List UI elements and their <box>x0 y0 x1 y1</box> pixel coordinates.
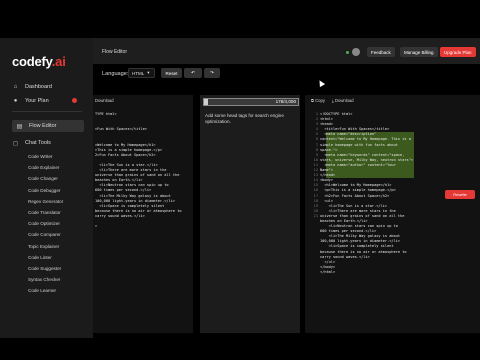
online-indicator <box>346 51 349 54</box>
redo-icon: ↷ <box>210 70 214 75</box>
sidebar-item-chat-tools[interactable]: ◻ Chat Tools <box>12 137 86 149</box>
chevron-down-icon: ▾ <box>147 70 150 75</box>
avatar[interactable] <box>352 48 360 56</box>
undo-icon: ↶ <box>191 70 195 75</box>
sidebar-tool-item[interactable]: Regex Generator <box>28 199 63 204</box>
chat-icon: ◻ <box>13 140 18 147</box>
sidebar-tool-item[interactable]: Code Learner <box>28 288 56 293</box>
code-line: 100,000 light-years in diameter.</li> <box>95 198 176 203</box>
sidebar-item-dashboard[interactable]: ⌂ Dashboard <box>12 81 86 93</box>
user-icon: ● <box>13 98 18 104</box>
home-icon: ⌂ <box>13 84 18 90</box>
counter-fill <box>204 99 209 105</box>
language-label: Language: <box>102 71 129 77</box>
code-line: <li>The Milky Way galaxy is about <box>95 193 171 198</box>
sidebar-tool-item[interactable]: Code Suggester <box>28 266 61 271</box>
page-title: Flow Editor <box>102 49 128 55</box>
sidebar-tool-item[interactable]: Topic Explainer <box>28 244 59 249</box>
instruction-text[interactable]: Add some head tags for search engine opt… <box>205 113 295 125</box>
code-line: > <box>95 224 98 229</box>
sidebar-tool-item[interactable]: Code Comparer <box>28 232 61 237</box>
download-label[interactable]: Download <box>95 98 114 103</box>
sidebar-tool-item[interactable]: Code Debugger <box>28 188 60 193</box>
sidebar-item-flow-editor[interactable]: ▤ Flow Editor <box>12 120 84 132</box>
code-line: </html> <box>320 269 336 274</box>
left-code-text[interactable]: TYPE html> >Fun With Spaces</title> >Wel… <box>95 112 182 229</box>
manage-billing-button[interactable]: Manage Billing <box>400 47 438 57</box>
right-code-text[interactable]: <!DOCTYPE html> <html> <head> <title>Fun W… <box>320 112 413 275</box>
feedback-button[interactable]: Feedback <box>367 47 395 57</box>
sidebar-tool-item[interactable]: Syntax Checker <box>28 277 60 282</box>
language-value: HTML <box>132 70 145 76</box>
sidebar-tool-item[interactable]: Code Linter <box>28 255 52 260</box>
sidebar-item-label: Chat Tools <box>25 140 51 146</box>
sidebar-tool-item[interactable]: Code Optimizer <box>28 221 60 226</box>
code-line: because there is no air or atmosphere to <box>320 249 407 254</box>
instruction-panel <box>200 95 300 333</box>
sidebar-item-label: Flow Editor <box>29 123 57 129</box>
copy-label: Copy <box>315 98 325 103</box>
sidebar-divider <box>12 111 82 112</box>
sidebar-item-label: Your Plan <box>25 98 49 104</box>
reset-button[interactable]: Reset <box>161 68 182 78</box>
undo-button[interactable]: ↶ <box>184 68 202 78</box>
sidebar-tool-item[interactable]: Code Translator <box>28 210 61 215</box>
sidebar-tool-item[interactable]: Code Writer <box>28 154 52 159</box>
rewrite-button[interactable]: Rewrite <box>445 190 475 199</box>
code-line: content="Welcome to My Homepage. This is… <box>320 137 411 142</box>
sidebar-item-label: Dashboard <box>25 84 52 90</box>
character-counter: 178/4,000 <box>203 98 299 106</box>
upgrade-plan-button[interactable]: Upgrade Plan <box>440 47 476 57</box>
download-label-right: Download <box>335 98 354 103</box>
sidebar-tool-item[interactable]: Code Changer <box>28 176 58 181</box>
language-select[interactable]: HTML ▾ <box>128 68 155 78</box>
flow-icon: ▤ <box>16 123 23 130</box>
copy-button[interactable]: ⧉ Copy <box>311 98 325 103</box>
line-number: 21 <box>313 213 318 218</box>
counter-text: 178/4,000 <box>275 99 296 104</box>
notification-badge <box>72 98 77 103</box>
sidebar-tool-item[interactable]: Code Explainer <box>28 165 59 170</box>
download-button[interactable]: ⤓ Download <box>332 98 354 103</box>
line-numbers: 12345 6 7 8 9 10 11 12 13 14 15 16 17 18 19 20 21 <box>310 112 318 219</box>
redo-button[interactable]: ↷ <box>204 68 220 78</box>
brand-logo[interactable]: codefy.ai <box>12 54 66 69</box>
